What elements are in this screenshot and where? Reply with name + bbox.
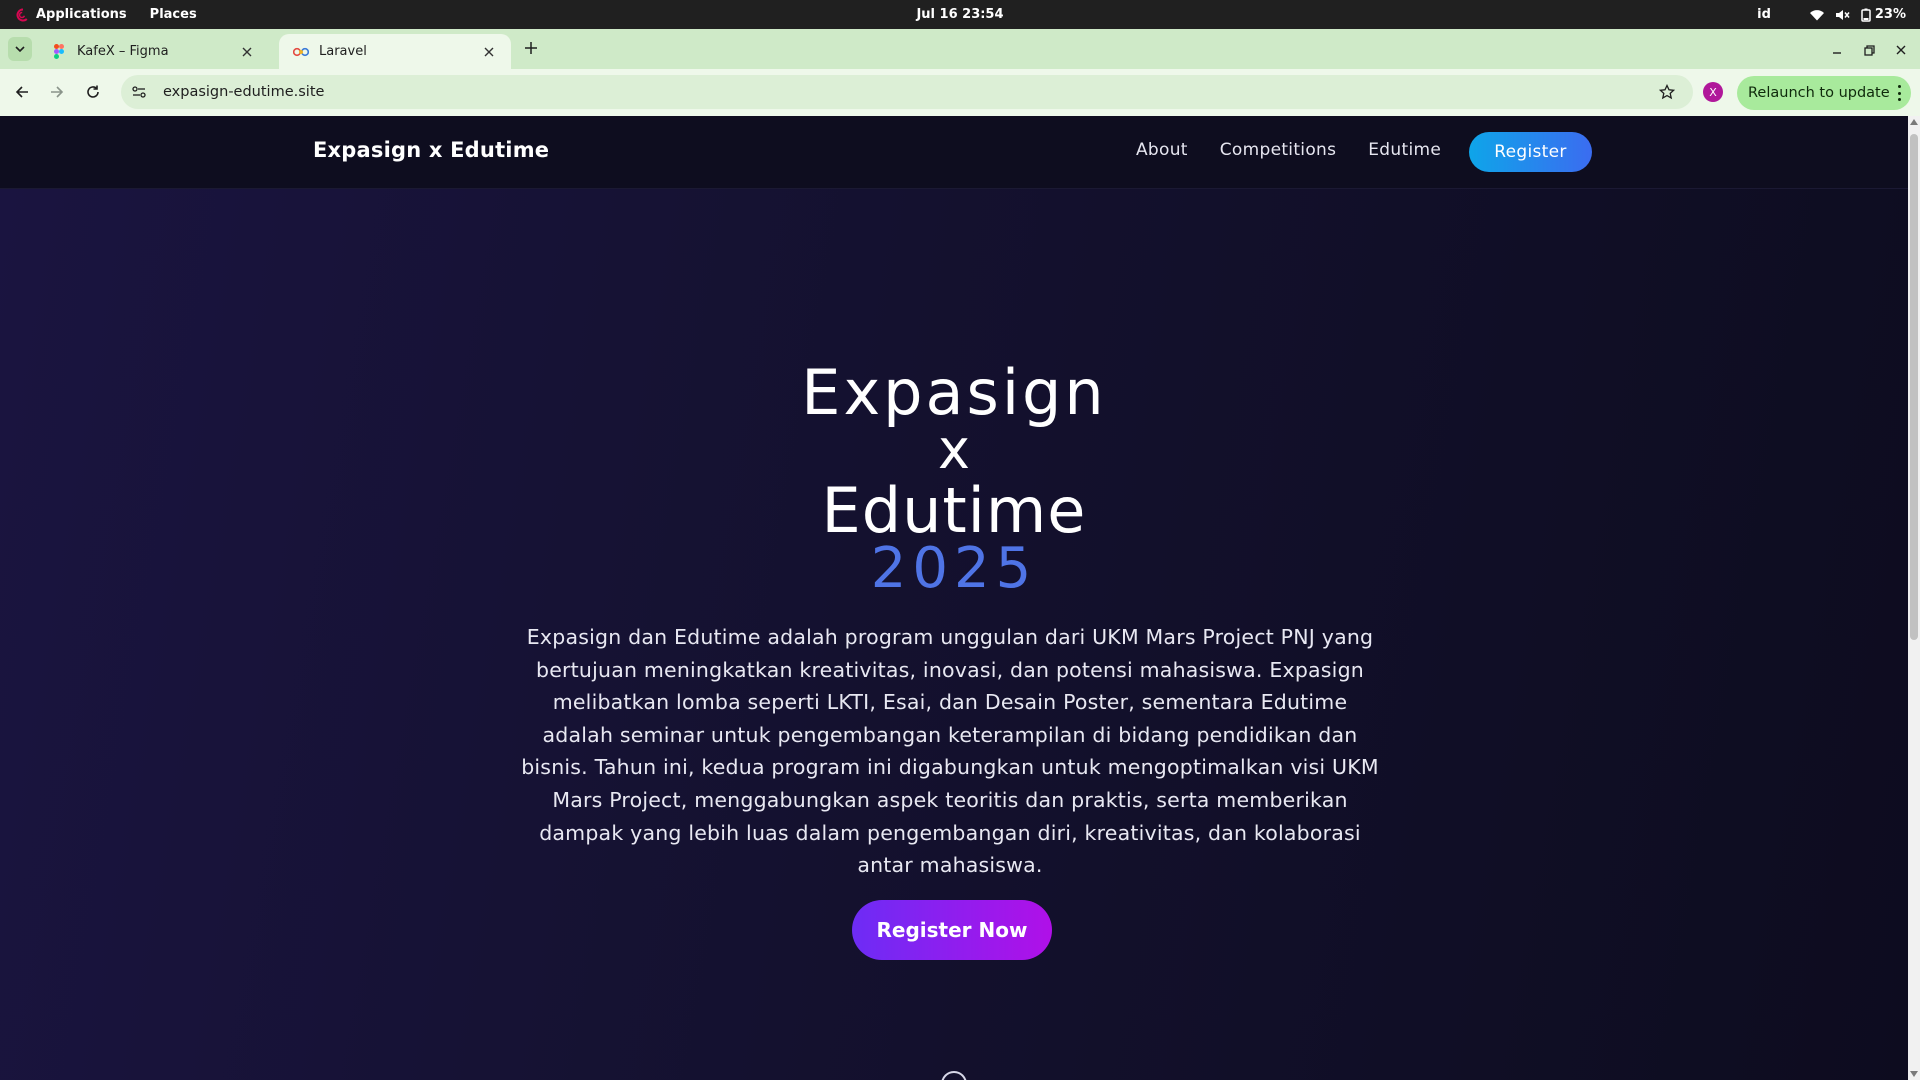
new-tab-button[interactable] <box>519 36 543 60</box>
nav-link-about[interactable]: About <box>1136 140 1188 160</box>
chevron-down-icon <box>15 46 25 52</box>
address-bar[interactable]: expasign-edutime.site <box>121 75 1693 109</box>
browser-tab-strip: KafeX – Figma Laravel <box>0 29 1920 69</box>
scrollbar-thumb[interactable] <box>1910 134 1918 640</box>
tab-laravel[interactable]: Laravel <box>279 34 511 69</box>
site-brand[interactable]: Expasign x Edutime <box>313 138 549 162</box>
arrow-left-icon <box>15 86 28 98</box>
forward-button[interactable] <box>45 80 69 104</box>
browser-toolbar: expasign-edutime.site X Relaunch to upda… <box>0 69 1920 116</box>
tab-kafex-figma[interactable]: KafeX – Figma <box>37 34 269 69</box>
tab-title: Laravel <box>319 44 367 59</box>
reload-button[interactable] <box>81 80 105 104</box>
more-vert-icon[interactable] <box>1897 85 1901 101</box>
close-window-button[interactable] <box>1889 38 1913 62</box>
battery-icon[interactable] <box>1861 8 1871 22</box>
restore-icon <box>1863 44 1875 56</box>
arrow-right-icon <box>51 86 64 98</box>
scroll-down-arrow-icon[interactable] <box>1910 1071 1918 1077</box>
close-icon <box>1896 45 1906 55</box>
nav-link-competitions[interactable]: Competitions <box>1220 140 1337 160</box>
tab-search-button[interactable] <box>8 37 32 61</box>
close-icon[interactable] <box>481 44 497 60</box>
keyboard-layout-indicator[interactable]: id <box>1757 7 1771 22</box>
minimize-button[interactable] <box>1825 38 1849 62</box>
scroll-down-indicator[interactable] <box>941 1071 967 1080</box>
page-viewport: Expasign x Edutime About Competitions Ed… <box>0 116 1908 1080</box>
bookmark-star-icon[interactable] <box>1657 82 1677 102</box>
system-top-bar: Applications Places Jul 16 23:54 id 23% <box>0 0 1920 29</box>
nav-link-edutime[interactable]: Edutime <box>1368 140 1441 160</box>
nav-register-button[interactable]: Register <box>1469 132 1592 172</box>
speaker-muted-icon[interactable] <box>1835 8 1851 22</box>
applications-menu[interactable]: Applications <box>36 7 127 22</box>
relaunch-to-update-button[interactable]: Relaunch to update <box>1737 76 1911 110</box>
figma-icon <box>51 44 67 60</box>
hero-title-line-2: x <box>938 418 970 481</box>
page-scrollbar[interactable] <box>1908 116 1920 1080</box>
hero-description: Expasign dan Edutime adalah program ungg… <box>521 625 1379 878</box>
scroll-up-arrow-icon[interactable] <box>1910 119 1918 125</box>
hero-year: 2025 <box>870 536 1038 601</box>
profile-avatar[interactable]: X <box>1703 82 1723 102</box>
battery-percent: 23% <box>1874 7 1906 22</box>
close-icon[interactable] <box>239 44 255 60</box>
reload-icon <box>87 85 99 98</box>
plus-icon <box>525 42 537 54</box>
site-nav-links: About Competitions Edutime <box>1136 140 1473 160</box>
minimize-icon <box>1833 52 1841 54</box>
wifi-icon[interactable] <box>1809 8 1825 22</box>
site-navbar: Expasign x Edutime About Competitions Ed… <box>0 116 1908 189</box>
debian-logo-icon[interactable] <box>12 5 32 25</box>
laravel-icon <box>293 44 309 60</box>
tab-title: KafeX – Figma <box>77 44 169 59</box>
site-info-icon[interactable] <box>129 82 149 102</box>
restore-button[interactable] <box>1857 38 1881 62</box>
url-text[interactable]: expasign-edutime.site <box>163 84 324 100</box>
register-now-button[interactable]: Register Now <box>852 900 1052 960</box>
back-button[interactable] <box>10 80 34 104</box>
places-menu[interactable]: Places <box>150 7 197 22</box>
clock[interactable]: Jul 16 23:54 <box>916 7 1003 22</box>
relaunch-label: Relaunch to update <box>1748 85 1890 101</box>
